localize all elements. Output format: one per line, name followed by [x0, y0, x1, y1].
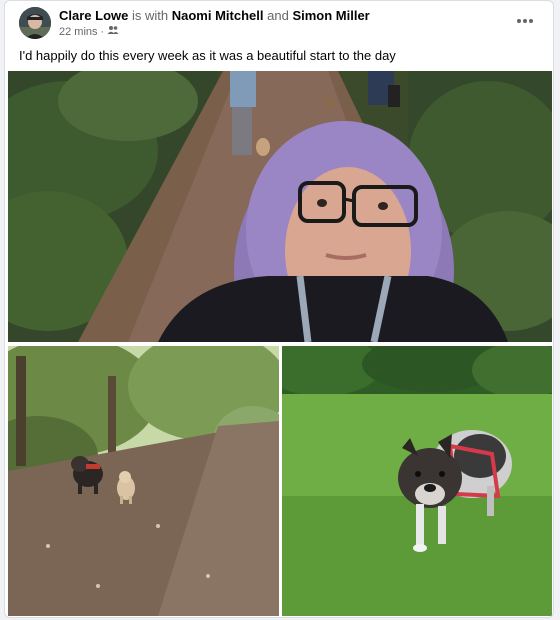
post-header: Clare Lowe is with Naomi Mitchell and Si…	[19, 7, 539, 43]
post-title-line: Clare Lowe is with Naomi Mitchell and Si…	[59, 8, 370, 24]
tagged-user-2[interactable]: Simon Miller	[292, 8, 369, 23]
author-avatar[interactable]	[19, 7, 51, 39]
post-card: Clare Lowe is with Naomi Mitchell and Si…	[4, 0, 554, 618]
post-caption: I'd happily do this every week as it was…	[19, 48, 396, 63]
post-timestamp[interactable]: 22 mins	[59, 26, 98, 38]
more-options-icon[interactable]	[511, 11, 539, 31]
author-name[interactable]: Clare Lowe	[59, 8, 128, 23]
tagged-user-1[interactable]: Naomi Mitchell	[172, 8, 264, 23]
photo-selfie[interactable]	[8, 71, 552, 342]
post-meta: Clare Lowe is with Naomi Mitchell and Si…	[59, 8, 370, 38]
friends-icon[interactable]	[107, 25, 119, 38]
dot-separator: ·	[100, 25, 105, 38]
photo-bulldog-on-grass[interactable]	[282, 346, 552, 616]
and-text: and	[267, 8, 289, 23]
post-subline: 22 mins ·	[59, 25, 370, 38]
with-text: is with	[131, 8, 169, 23]
photo-dogs-on-path[interactable]	[8, 346, 279, 616]
